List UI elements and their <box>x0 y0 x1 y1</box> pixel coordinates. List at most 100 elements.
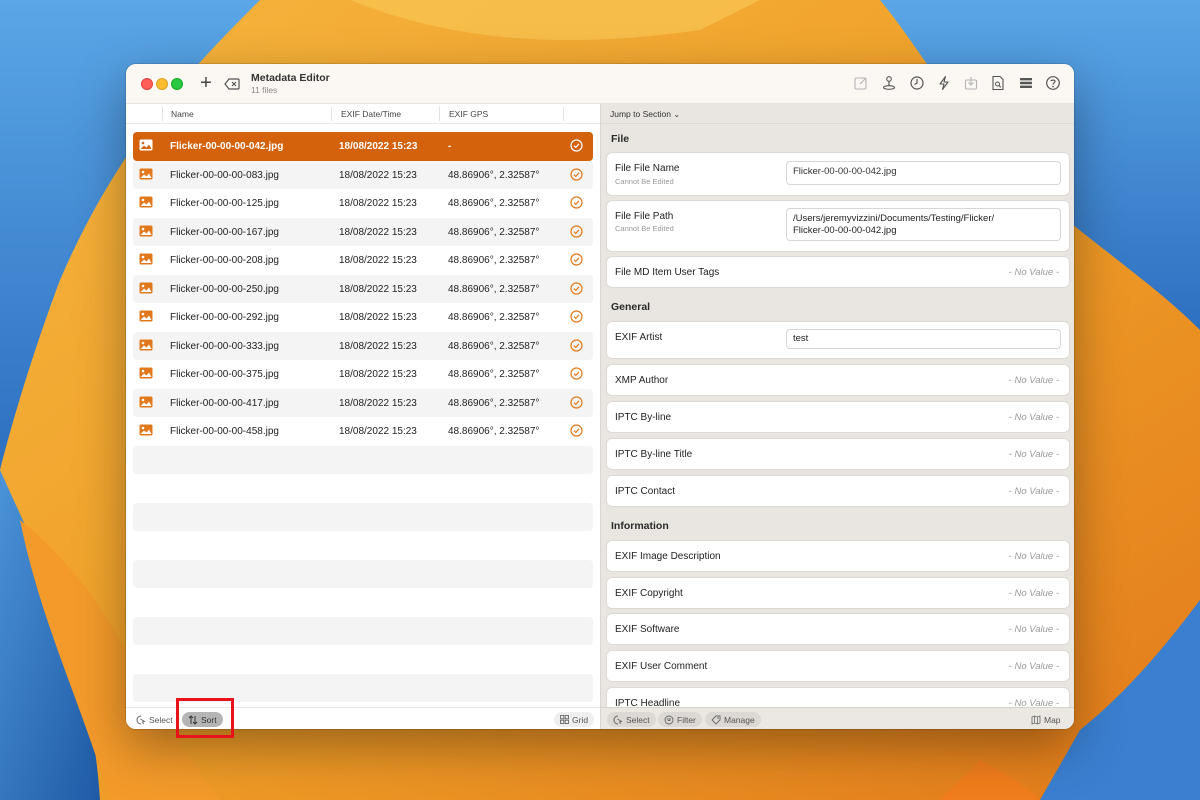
column-divider <box>439 107 440 121</box>
field-label: XMP Author <box>615 375 669 386</box>
plus-icon[interactable]: + <box>196 73 216 93</box>
check-circle-icon <box>570 338 583 352</box>
empty-row <box>133 502 593 531</box>
check-circle-icon <box>570 310 583 323</box>
file-date: 18/08/2022 15:23 <box>339 312 417 323</box>
sort-label: Sort <box>201 714 217 725</box>
table-row[interactable]: Flicker-00-00-00-208.jpg 18/08/2022 15:2… <box>133 246 593 275</box>
clock-icon[interactable] <box>909 75 927 93</box>
inspector-select-button[interactable]: Select <box>607 712 656 727</box>
file-name: Flicker-00-00-00-375.jpg <box>170 369 279 380</box>
table-row[interactable]: Flicker-00-00-00-333.jpg 18/08/2022 15:2… <box>133 331 593 360</box>
field-label: IPTC Contact <box>615 486 676 497</box>
field-label: EXIF User Comment <box>615 661 708 672</box>
check-circle-icon <box>570 224 583 238</box>
edit-icon[interactable] <box>853 75 871 93</box>
field-label: EXIF Copyright <box>615 588 683 599</box>
table-row[interactable]: Flicker-00-00-00-375.jpg 18/08/2022 15:2… <box>133 360 593 389</box>
jump-to-section-menu[interactable]: Jump to Section ⌄ <box>601 104 1074 124</box>
empty-row <box>133 588 593 617</box>
file-date: 18/08/2022 15:23 <box>339 283 417 295</box>
check-circle-icon <box>570 253 583 266</box>
check-circle-icon <box>570 139 583 152</box>
field-card-exif-software[interactable]: EXIF Software - No Value - <box>607 614 1069 644</box>
image-file-icon <box>139 225 153 237</box>
maximize-window-button[interactable] <box>171 78 183 90</box>
file-gps: 48.86906°, 2.32587° <box>448 340 540 352</box>
field-card-iptc-headline[interactable]: IPTC Headline - No Value - <box>607 688 1069 707</box>
file-date: 18/08/2022 15:23 <box>339 198 417 209</box>
table-row[interactable]: Flicker-00-00-00-458.jpg 18/08/2022 15:2… <box>133 417 593 446</box>
grid-label: Grid <box>572 714 589 725</box>
section-title-information: Information <box>611 520 669 532</box>
image-file-icon <box>139 253 153 265</box>
file-name: Flicker-00-00-00-333.jpg <box>170 340 279 352</box>
select-icon <box>136 715 146 724</box>
no-value-text: - No Value - <box>1008 698 1059 707</box>
column-header-gps[interactable]: EXIF GPS <box>449 109 488 119</box>
file-name: Flicker-00-00-00-417.jpg <box>170 397 279 409</box>
table-row[interactable]: Flicker-00-00-00-417.jpg 18/08/2022 15:2… <box>133 388 593 417</box>
list-icon[interactable] <box>1018 75 1036 93</box>
table-row[interactable]: Flicker-00-00-00-250.jpg 18/08/2022 15:2… <box>133 274 593 303</box>
file-name-field[interactable]: Flicker-00-00-00-042.jpg <box>786 161 1061 185</box>
select-button[interactable]: Select <box>130 712 179 727</box>
file-name: Flicker-00-00-00-167.jpg <box>170 226 279 238</box>
bolt-icon[interactable] <box>936 75 954 93</box>
file-gps: 48.86906°, 2.32587° <box>448 369 540 380</box>
image-file-icon <box>139 168 153 180</box>
column-divider <box>331 107 332 121</box>
no-value-text: - No Value - <box>1008 551 1059 562</box>
column-header-date[interactable]: EXIF Date/Time <box>341 109 401 119</box>
field-card-exif-copyright[interactable]: EXIF Copyright - No Value - <box>607 578 1069 608</box>
filter-button[interactable]: Filter <box>658 712 702 727</box>
file-name: Flicker-00-00-00-042.jpg <box>170 141 284 152</box>
table-row[interactable]: Flicker-00-00-00-042.jpg 18/08/2022 15:2… <box>133 132 593 161</box>
field-label: EXIF Software <box>615 624 680 635</box>
map-icon <box>1031 714 1041 725</box>
title-bar: + Metadata Editor 11 files <box>126 64 1074 104</box>
table-row[interactable]: Flicker-00-00-00-083.jpg 18/08/2022 15:2… <box>133 160 593 189</box>
field-card-xmp-author[interactable]: XMP Author - No Value - <box>607 365 1069 395</box>
image-file-icon <box>139 196 153 208</box>
field-label: File MD Item User Tags <box>615 267 720 278</box>
exif-artist-field[interactable]: test <box>786 329 1061 349</box>
image-file-icon <box>139 339 153 351</box>
table-row[interactable]: Flicker-00-00-00-125.jpg 18/08/2022 15:2… <box>133 189 593 218</box>
check-circle-icon <box>570 281 583 295</box>
field-label: File File Name <box>615 163 680 174</box>
file-gps: 48.86906°, 2.32587° <box>448 169 540 181</box>
field-label: IPTC Headline <box>615 698 681 707</box>
field-card-exif-image-description[interactable]: EXIF Image Description - No Value - <box>607 541 1069 571</box>
help-icon[interactable] <box>1045 75 1063 93</box>
grid-button[interactable]: Grid <box>554 712 595 727</box>
file-date: 18/08/2022 15:23 <box>339 255 417 266</box>
table-row[interactable]: Flicker-00-00-00-292.jpg 18/08/2022 15:2… <box>133 303 593 332</box>
file-gps: 48.86906°, 2.32587° <box>448 255 540 266</box>
field-card-exif-user-comment[interactable]: EXIF User Comment - No Value - <box>607 651 1069 681</box>
inspector-pane: Jump to Section ⌄ File File File Name Ca… <box>600 104 1074 729</box>
map-button[interactable]: Map <box>1025 712 1067 727</box>
no-value-text: - No Value - <box>1008 624 1059 635</box>
column-header-name[interactable]: Name <box>171 109 194 119</box>
file-path-field[interactable]: /Users/jeremyvizzini/Documents/Testing/F… <box>786 208 1061 241</box>
table-row[interactable]: Flicker-00-00-00-167.jpg 18/08/2022 15:2… <box>133 217 593 246</box>
field-card-iptc-contact[interactable]: IPTC Contact - No Value - <box>607 476 1069 506</box>
section-title-general: General <box>611 301 651 313</box>
inspector-select-label: Select <box>626 714 650 725</box>
manage-button[interactable]: Manage <box>705 712 761 727</box>
field-card-iptc-byline[interactable]: IPTC By-line - No Value - <box>607 402 1069 432</box>
field-label: IPTC By-line Title <box>615 449 693 460</box>
window-title: Metadata Editor <box>251 72 330 84</box>
close-window-button[interactable] <box>141 78 153 90</box>
field-card-iptc-byline-title[interactable]: IPTC By-line Title - No Value - <box>607 439 1069 469</box>
joystick-icon[interactable] <box>881 75 899 93</box>
document-search-icon[interactable] <box>990 75 1008 93</box>
sort-button[interactable]: Sort <box>182 712 223 727</box>
minimize-window-button[interactable] <box>156 78 168 90</box>
field-card-md-tags[interactable]: File MD Item User Tags - No Value - <box>607 257 1069 287</box>
import-icon[interactable] <box>963 75 981 93</box>
check-circle-icon <box>570 424 583 437</box>
chevron-down-icon: ⌄ <box>673 110 681 119</box>
delete-left-icon[interactable] <box>223 75 241 93</box>
